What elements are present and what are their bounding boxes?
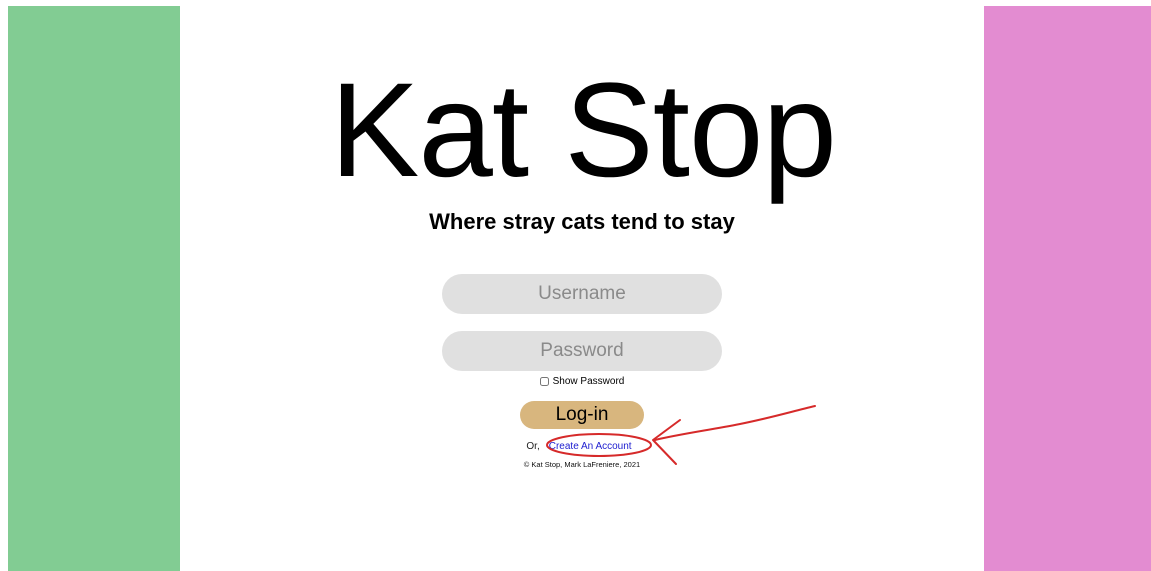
or-text: Or, (526, 441, 540, 452)
right-color-panel (984, 6, 1151, 571)
login-form: Show Password Log-in Or, Create An Accou… (442, 274, 722, 469)
show-password-checkbox[interactable] (539, 377, 549, 386)
left-color-panel (8, 6, 180, 571)
page-frame: Kat Stop Where stray cats tend to stay S… (0, 0, 1151, 571)
username-input[interactable] (442, 274, 722, 314)
create-account-link[interactable]: Create An Account (543, 439, 638, 454)
show-password-label: Show Password (552, 376, 625, 387)
login-button[interactable]: Log-in (520, 401, 644, 429)
site-tagline: Where stray cats tend to stay (429, 209, 735, 234)
password-input[interactable] (442, 331, 722, 371)
copyright-text: © Kat Stop, Mark LaFreniere, 2021 (523, 460, 641, 469)
main-content: Kat Stop Where stray cats tend to stay S… (180, 6, 984, 571)
create-account-row: Or, Create An Account (526, 439, 637, 454)
show-password-row: Show Password (539, 376, 625, 387)
site-title: Kat Stop (329, 56, 837, 205)
